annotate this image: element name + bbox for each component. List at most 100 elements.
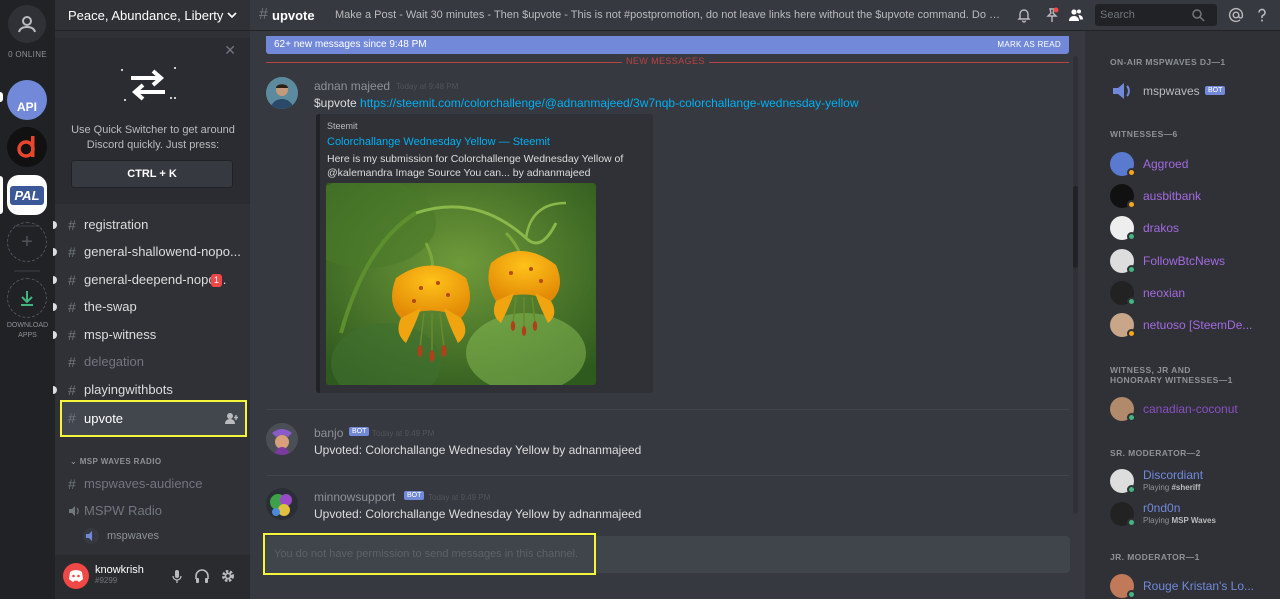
channel-general-shallowend[interactable]: # general-shallowend-nopo... [63,240,245,264]
highlight-box [263,533,596,575]
status-indicator [1127,329,1136,338]
category-msp-waves-radio[interactable]: ⌄ MSP WAVES RADIO [70,457,161,466]
member-canadian-coconut[interactable]: canadian-coconut [1110,395,1275,423]
microphone-icon[interactable] [169,568,185,584]
embed-image[interactable] [326,183,596,385]
member-name: Rouge Kristan's Lo... [1143,579,1255,593]
voice-channel-mspw-radio[interactable]: MSPW Radio [63,499,245,523]
speaker-icon [69,506,79,516]
pal-label: PAL [10,185,44,205]
message-content: $upvote https://steemit.com/colorchallen… [314,96,859,110]
message-prefix: $upvote [314,96,361,110]
status-indicator [1127,265,1136,274]
server-header[interactable]: Peace, Abundance, Liberty [55,0,250,31]
scrollbar-thumb[interactable] [1073,186,1078,268]
member-activity: Playing MSP Waves [1143,516,1216,525]
embed-description: Here is my submission for Colorchallenge… [327,153,624,179]
message-author[interactable]: banjo [314,426,343,440]
user-photo-icon [266,77,298,109]
member-followbtcnews[interactable]: FollowBtcNews [1110,247,1275,275]
server-pal[interactable]: PAL [7,175,47,215]
server-d[interactable] [7,127,47,167]
member-ausbitbank[interactable]: ausbitbank [1110,182,1275,210]
member-list-icon[interactable] [1068,7,1084,23]
message-timestamp: Today at 9:48 PM [396,82,459,91]
server-name: Peace, Abundance, Liberty [68,8,224,23]
member-name: Aggroed [1143,157,1189,171]
member-activity: Playing #sheriff [1143,483,1201,492]
search-icon[interactable] [1191,8,1205,22]
headphones-icon[interactable] [194,568,210,584]
close-icon[interactable]: ✕ [224,42,236,59]
channel-mspwaves-audience[interactable]: # mspwaves-audience [63,472,245,496]
add-server-button[interactable]: + [7,222,47,262]
channel-topic[interactable]: Make a Post - Wait 30 minutes - Then $up… [335,9,1003,21]
channel-label: general-shallowend-nopo... [84,244,241,259]
new-messages-bar[interactable]: 62+ new messages since 9:48 PM MARK AS R… [266,36,1069,54]
speaker-avatar-icon [1110,79,1134,103]
hash-icon: # [68,382,76,398]
chat-scrollbar[interactable] [1073,56,1078,514]
message-author[interactable]: minnowsupport [314,490,395,504]
embed-title-link[interactable]: Colorchallange Wednesday Yellow — Steemi… [327,136,550,148]
help-icon[interactable] [1254,7,1270,23]
separator [14,270,40,272]
hash-icon: # [68,217,76,233]
avatar[interactable] [266,423,298,455]
member-aggroed[interactable]: Aggroed [1110,150,1275,178]
avatar[interactable] [63,563,89,589]
message-separator [266,475,1069,476]
channel-registration[interactable]: # registration [63,213,245,237]
voice-user-name: mspwaves [107,530,159,542]
quick-switcher-tip: ✕ Use Quick Switcher to get around Disco… [55,38,250,204]
chevron-down-icon [227,12,237,19]
channel-delegation[interactable]: # delegation [63,350,245,374]
status-indicator [1127,518,1136,527]
invite-icon[interactable] [225,412,239,424]
mark-as-read-button[interactable]: MARK AS READ [997,40,1061,49]
member-name: canadian-coconut [1143,402,1238,416]
member-neoxian[interactable]: neoxian [1110,279,1275,307]
member-mspwaves[interactable]: mspwaves BOT [1110,77,1275,105]
quick-switcher-shortcut[interactable]: CTRL + K [71,160,233,188]
member-netuoso[interactable]: netuoso [SteemDe... [1110,311,1275,339]
mention-badge: 1 [210,274,222,287]
server-list: 0 ONLINE API PAL + DOWNLOAD APPS [0,0,55,599]
bot-tag: BOT [1205,86,1226,95]
channel-the-swap[interactable]: # the-swap [63,295,245,319]
member-r0nd0n[interactable]: r0nd0n Playing MSP Waves [1110,500,1275,528]
channel-playingwithbots[interactable]: # playingwithbots [63,378,245,402]
member-rouge-kristan[interactable]: Rouge Kristan's Lo... [1110,572,1275,599]
member-discordiant[interactable]: Discordiant Playing #sheriff [1110,467,1275,495]
hash-icon: # [68,354,76,370]
download-icon [21,291,33,306]
channel-msp-witness[interactable]: # msp-witness [63,323,245,347]
hash-icon: # [68,410,76,426]
quick-switcher-arrows-icon [121,67,176,101]
pin-icon[interactable] [1044,7,1060,23]
discord-logo-icon [69,570,83,582]
api-label: API [16,100,37,114]
channel-upvote[interactable]: # upvote [60,400,247,437]
member-group-title: WITNESSES—6 [1110,129,1178,139]
friends-home-button[interactable] [8,5,46,43]
server-api[interactable]: API [7,80,47,120]
member-drakos[interactable]: drakos [1110,214,1275,242]
user-panel: knowkrish #9299 [55,555,250,599]
gear-icon[interactable] [220,568,236,584]
avatar[interactable] [266,488,298,520]
chevron-down-icon: ⌄ [70,457,80,466]
channel-general-deepend[interactable]: # general-deepend-nopo... 1 [63,268,245,292]
message-author[interactable]: adnan majeed [314,79,390,93]
link-embed: Steemit Colorchallange Wednesday Yellow … [316,114,653,393]
member-group-title: WITNESS, JR AND HONORARY WITNESSES—1 [1110,365,1233,385]
quick-switcher-text: Use Quick Switcher to get around Discord… [71,124,235,151]
download-apps-button[interactable] [7,278,47,318]
message-link[interactable]: https://steemit.com/colorchallenge/@adna… [360,96,858,110]
bell-icon[interactable] [1016,7,1032,23]
channel-label: general-deepend-nopo... [84,272,227,287]
avatar[interactable] [266,77,298,109]
mentions-icon[interactable] [1228,7,1244,23]
channel-label: upvote [84,411,124,426]
download-apps-label: DOWNLOAD APPS [6,322,49,339]
